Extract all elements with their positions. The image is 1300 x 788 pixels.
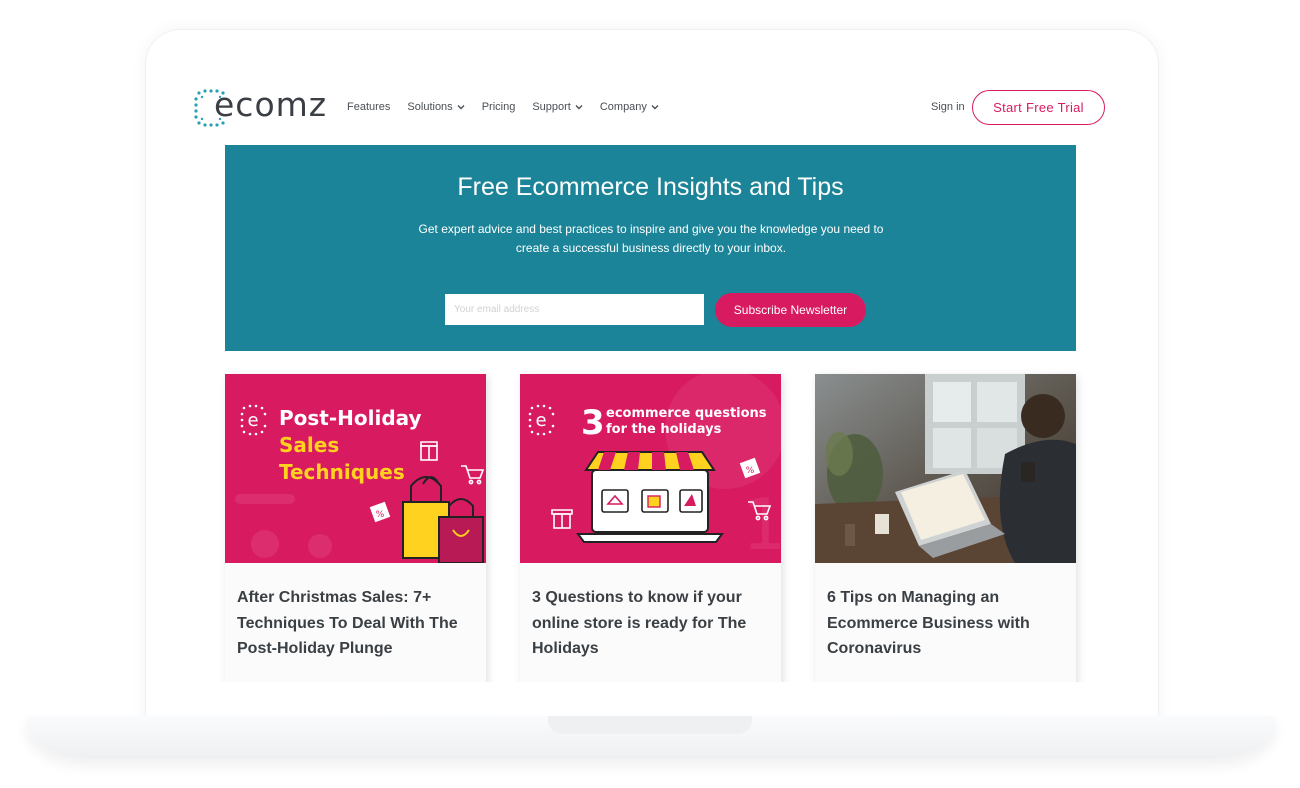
blog-card[interactable]: e Post-Holiday Sales Techniques % After … — [225, 374, 486, 682]
sign-in-link[interactable]: Sign in — [931, 101, 965, 113]
card-title[interactable]: 3 Questions to know if your online store… — [532, 585, 772, 662]
subscribe-newsletter-button[interactable]: Subscribe Newsletter — [715, 293, 866, 327]
svg-text:e: e — [535, 410, 546, 431]
chevron-down-icon — [457, 105, 465, 110]
hero-title: Free Ecommerce Insights and Tips — [457, 173, 844, 201]
hero-subtitle: Get expert advice and best practices to … — [418, 222, 884, 255]
chevron-down-icon — [575, 105, 583, 110]
nav-item-solutions[interactable]: Solutions — [407, 101, 465, 113]
storefront-laptop-icon — [576, 451, 724, 543]
percent-badge: % — [376, 510, 385, 520]
card2-line2: for the holidays — [606, 422, 722, 437]
holiday-questions-illustration: 1 e 3 ecommerce questions for the holida… — [520, 374, 781, 563]
card-title[interactable]: 6 Tips on Managing an Ecommerce Business… — [827, 585, 1067, 662]
nav-item-pricing[interactable]: Pricing — [482, 101, 516, 113]
nav-item-label: Company — [599, 101, 647, 113]
card-image-post-holiday[interactable]: e Post-Holiday Sales Techniques % — [225, 374, 486, 563]
nav-item-company[interactable]: Company — [600, 101, 659, 113]
card1-line2: Sales — [279, 433, 339, 457]
main-nav: Features Solutions Pricing Support Compa… — [347, 101, 659, 113]
nav-item-label: Pricing — [481, 101, 516, 113]
card-image-coronavirus[interactable] — [815, 374, 1076, 563]
card-title[interactable]: After Christmas Sales: 7+ Techniques To … — [237, 585, 477, 662]
svg-text:e: e — [247, 410, 258, 431]
ecomz-logo[interactable]: ecomz — [194, 85, 328, 129]
percent-badge: % — [746, 466, 755, 476]
chevron-down-icon — [651, 105, 659, 110]
newsletter-hero: Free Ecommerce Insights and Tips Get exp… — [225, 145, 1076, 351]
nav-item-features[interactable]: Features — [347, 101, 390, 113]
card2-number: 3 — [581, 403, 605, 443]
post-holiday-illustration: e Post-Holiday Sales Techniques % — [225, 374, 486, 563]
nav-item-label: Features — [347, 101, 391, 113]
card1-line1: Post-Holiday — [279, 406, 422, 430]
blog-card[interactable]: 6 Tips on Managing an Ecommerce Business… — [815, 374, 1076, 682]
person-laptop-photo — [815, 374, 1076, 563]
blog-card[interactable]: 1 e 3 ecommerce questions for the holida… — [520, 374, 781, 682]
laptop-notch — [548, 716, 752, 734]
svg-text:1: 1 — [742, 484, 781, 563]
card1-line3: Techniques — [279, 460, 405, 484]
logo-text: ecomz — [214, 85, 328, 124]
start-free-trial-button[interactable]: Start Free Trial — [972, 90, 1105, 125]
card-image-holiday-questions[interactable]: 1 e 3 ecommerce questions for the holida… — [520, 374, 781, 563]
card2-line1: ecommerce questions — [606, 406, 767, 421]
nav-item-label: Support — [532, 101, 571, 113]
email-input[interactable] — [445, 294, 704, 325]
site-header: ecomz Features Solutions Pricing Support… — [186, 72, 1116, 142]
browser-screen: ecomz Features Solutions Pricing Support… — [186, 72, 1116, 682]
nav-item-support[interactable]: Support — [532, 101, 583, 113]
nav-item-label: Solutions — [407, 101, 453, 113]
